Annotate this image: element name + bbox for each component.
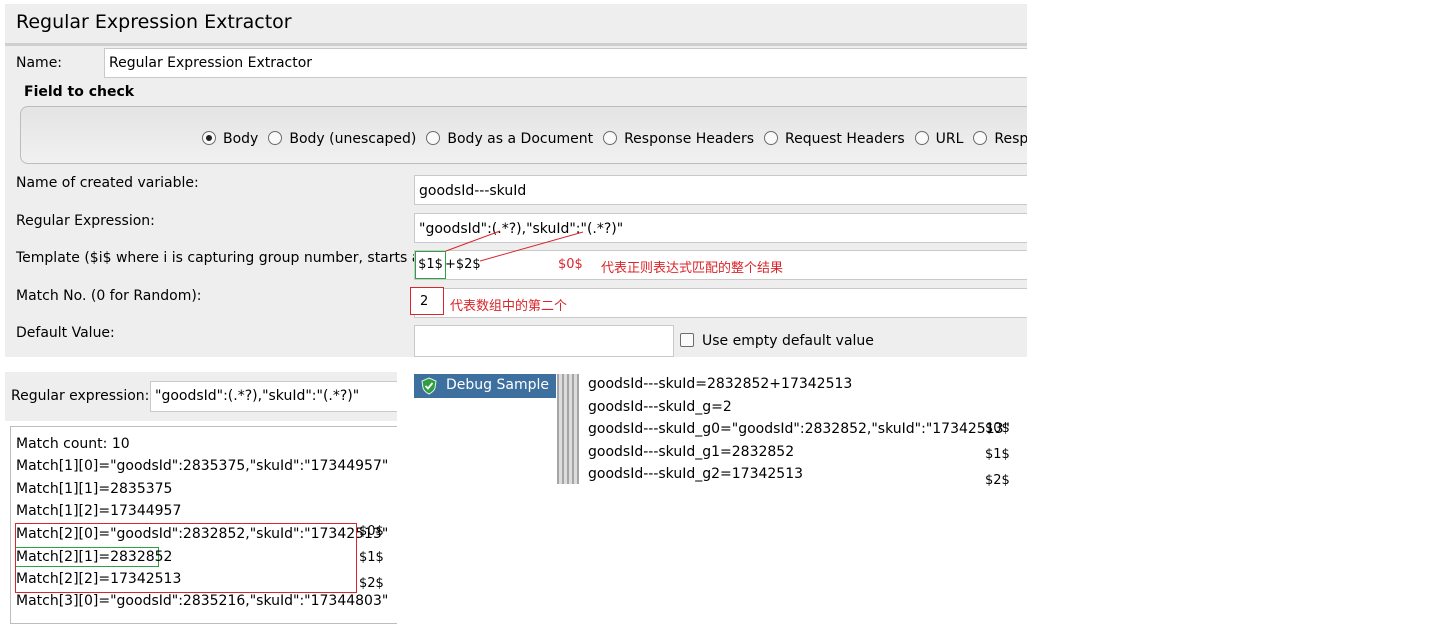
default-value-label: Default Value: — [16, 325, 115, 341]
debug-line: goodsId---skuId_g0="goodsId":2832852,"sk… — [588, 421, 1010, 437]
pane-splitter[interactable] — [557, 374, 579, 484]
tree-item-label: Debug Sample — [446, 377, 549, 393]
annotation-line-1 — [445, 230, 501, 252]
match-no-annotation: 代表数组中的第二个 — [450, 299, 568, 314]
debug-line: goodsId---skuId_g2=17342513 — [588, 466, 804, 482]
debug-line: goodsId---skuId=2832852+17342513 — [588, 376, 853, 392]
tester-line: Match count: 10 — [16, 436, 130, 452]
debug-annotation: $2$ — [985, 473, 1010, 488]
tree-item-debug-sample[interactable]: Debug Sample — [414, 374, 556, 398]
default-value-input[interactable] — [414, 325, 674, 357]
tester-regex-input[interactable]: "goodsId":(.*?),"skuId":"(.*?)" — [150, 381, 397, 412]
tester-line: Match[3][0]="goodsId":2835216,"skuId":"1… — [16, 593, 389, 609]
match-no-label: Match No. (0 for Random): — [16, 288, 202, 304]
tester-annotation: $1$ — [359, 550, 384, 565]
use-empty-default-checkbox[interactable]: Use empty default value — [680, 333, 874, 349]
regex-tester-header: Regular expression: "goodsId":(.*?),"sku… — [5, 372, 397, 421]
match-2-highlight — [15, 523, 357, 593]
debug-line: goodsId---skuId_g=2 — [588, 399, 732, 415]
tester-line: Match[1][0]="goodsId":2835375,"skuId":"1… — [16, 458, 389, 474]
match-no-value: 2 — [410, 287, 444, 315]
shield-check-icon — [421, 377, 437, 395]
regex-extractor-panel: Regular Expression Extractor Name: Regul… — [5, 4, 1027, 357]
tester-annotation: $0$ — [359, 524, 384, 539]
tester-line: Match[1][2]=17344957 — [16, 503, 182, 519]
debug-line: goodsId---skuId_g1=2832852 — [588, 444, 795, 460]
debug-annotation: $0$ — [985, 421, 1010, 436]
checkbox-icon — [680, 333, 694, 347]
tester-results: Match count: 10 Match[1][0]="goodsId":28… — [10, 426, 397, 624]
tester-annotation: $2$ — [359, 576, 384, 591]
tester-regex-label: Regular expression: — [11, 388, 150, 404]
tester-line: Match[1][1]=2835375 — [16, 481, 173, 497]
annotation-line-2 — [479, 231, 584, 262]
debug-annotation: $1$ — [985, 447, 1010, 462]
